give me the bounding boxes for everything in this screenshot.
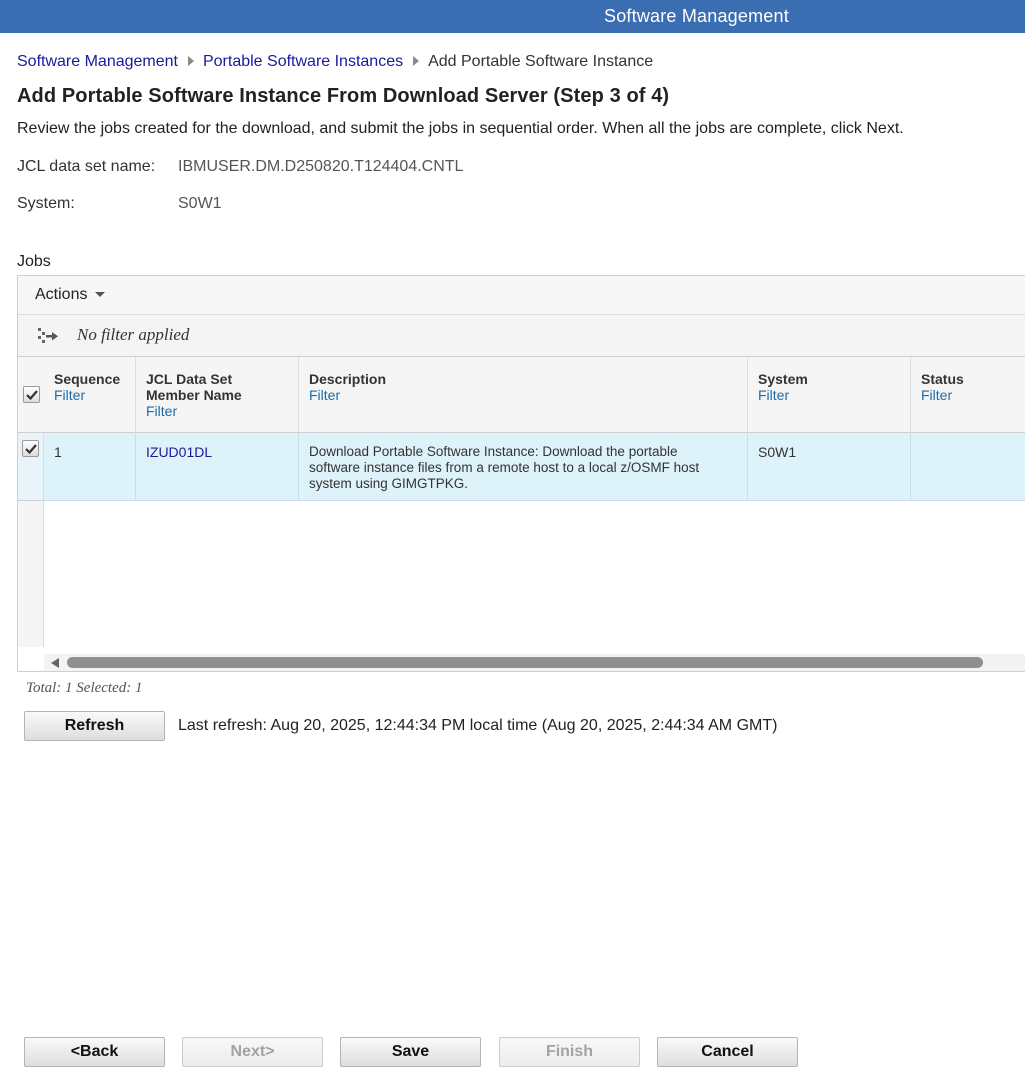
cell-sequence: 1 — [44, 433, 136, 501]
system-label: System: — [17, 195, 75, 212]
column-header-sequence: Sequence Filter — [44, 357, 136, 433]
scroll-left-arrow-icon[interactable] — [51, 658, 59, 668]
breadcrumb-separator-icon — [187, 56, 194, 67]
cell-system: S0W1 — [748, 433, 911, 501]
refresh-button[interactable]: Refresh — [24, 711, 165, 741]
actions-menu-button[interactable]: Actions — [35, 286, 106, 304]
horizontal-scrollbar[interactable] — [44, 654, 1025, 671]
actions-label: Actions — [35, 286, 88, 303]
cell-description: Download Portable Software Instance: Dow… — [299, 433, 748, 501]
cancel-button[interactable]: Cancel — [657, 1037, 798, 1067]
filter-bar: No filter applied — [18, 315, 1025, 357]
filter-link-sequence[interactable]: Filter — [54, 387, 135, 403]
next-button[interactable]: Next> — [182, 1037, 323, 1067]
system-value: S0W1 — [178, 195, 222, 212]
save-button[interactable]: Save — [340, 1037, 481, 1067]
page-intro: Review the jobs created for the download… — [17, 120, 904, 137]
row-checkbox[interactable] — [22, 440, 39, 457]
filter-link-status[interactable]: Filter — [921, 387, 1025, 403]
column-header-member-name: JCL Data Set Member Name Filter — [136, 357, 299, 433]
column-title-sequence: Sequence — [54, 371, 121, 387]
row-select-cell — [18, 433, 44, 501]
column-title-system: System — [758, 371, 808, 387]
jobs-table: Actions No filter applied Sequence Filte… — [17, 275, 1025, 672]
scrollbar-thumb[interactable] — [67, 657, 983, 668]
app-header: Software Management — [0, 0, 1025, 33]
select-all-checkbox[interactable] — [23, 386, 40, 403]
filter-link-system[interactable]: Filter — [758, 387, 910, 403]
breadcrumb-portable-software-instances[interactable]: Portable Software Instances — [203, 53, 403, 70]
checkmark-icon — [25, 444, 37, 455]
column-header-system: System Filter — [748, 357, 911, 433]
member-name-link[interactable]: IZUD01DL — [146, 444, 212, 460]
table-toolbar: Actions — [18, 276, 1025, 315]
column-header-description: Description Filter — [299, 357, 748, 433]
column-title-member-name: JCL Data Set Member Name — [146, 371, 242, 403]
jobs-label: Jobs — [17, 253, 51, 270]
finish-button[interactable]: Finish — [499, 1037, 640, 1067]
last-refresh-text: Last refresh: Aug 20, 2025, 12:44:34 PM … — [178, 717, 778, 734]
column-header-status: Status Filter — [911, 357, 1025, 433]
filter-arrows-icon[interactable] — [37, 326, 59, 346]
jcl-data-set-value: IBMUSER.DM.D250820.T124404.CNTL — [178, 158, 464, 175]
filter-status-text: No filter applied — [77, 325, 190, 344]
breadcrumb-software-management[interactable]: Software Management — [17, 53, 178, 70]
jcl-data-set-label: JCL data set name: — [17, 158, 156, 175]
filter-link-member-name[interactable]: Filter — [146, 403, 298, 419]
app-title: Software Management — [604, 6, 789, 26]
column-title-description: Description — [309, 371, 387, 387]
cell-member-name: IZUD01DL — [136, 433, 299, 501]
table-totals: Total: 1 Selected: 1 — [26, 680, 143, 696]
cell-status — [911, 433, 1025, 501]
table-row[interactable]: 1 IZUD01DL Download Portable Software In… — [44, 433, 1025, 501]
table-header: Sequence Filter JCL Data Set Member Name… — [18, 357, 1025, 433]
checkmark-icon — [26, 390, 38, 401]
column-title-status: Status — [921, 371, 964, 387]
filter-link-description[interactable]: Filter — [309, 387, 747, 403]
breadcrumb: Software Management Portable Software Ins… — [17, 53, 653, 71]
breadcrumb-separator-icon — [413, 56, 420, 67]
chevron-down-icon — [95, 292, 106, 298]
back-button[interactable]: <Back — [24, 1037, 165, 1067]
breadcrumb-current: Add Portable Software Instance — [428, 53, 654, 70]
page-title: Add Portable Software Instance From Down… — [17, 85, 670, 107]
